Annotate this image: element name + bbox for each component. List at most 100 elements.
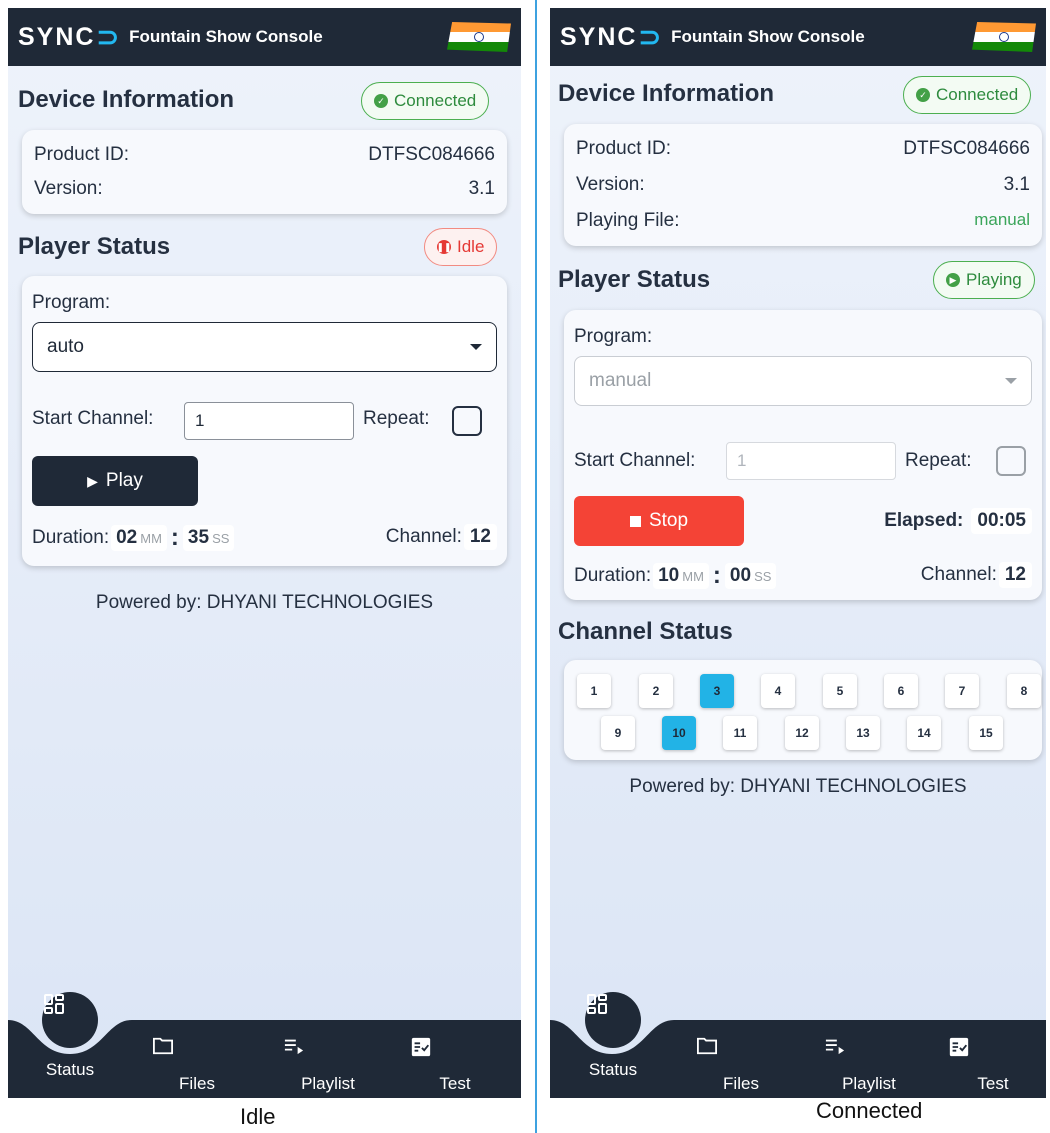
pause-circle-icon: ❚❚ xyxy=(436,240,452,254)
device-info-title: Device Information xyxy=(558,80,775,107)
channel-button-1[interactable]: 1 xyxy=(577,674,611,708)
channel-button-9[interactable]: 9 xyxy=(601,716,635,750)
nav-playlist[interactable]: Playlist xyxy=(283,1036,373,1094)
folder-icon xyxy=(697,1037,717,1055)
program-select[interactable]: manual xyxy=(574,356,1032,406)
repeat-checkbox[interactable] xyxy=(452,406,482,436)
sync-logo: SYNC ⊃ xyxy=(18,21,122,52)
phone-screen-idle: SYNC ⊃ Fountain Show Console Device Infor… xyxy=(8,8,521,1098)
nav-status[interactable]: Status xyxy=(568,1060,658,1080)
nav-test[interactable]: Test xyxy=(410,1036,500,1094)
duration-minutes: 10 MM xyxy=(653,563,709,589)
channel-grid: 1 2 3 4 5 6 7 8 9 10 11 12 13 14 15 xyxy=(564,660,1042,760)
dropdown-arrow-icon xyxy=(470,344,482,350)
channel-count: Channel: 12 xyxy=(386,524,497,550)
play-circle-icon: ▶ xyxy=(946,273,960,287)
caption-connected: Connected xyxy=(816,1098,923,1123)
duration-display: Duration: 02 MM : 35 SS xyxy=(32,524,235,552)
nav-test[interactable]: Test xyxy=(948,1036,1038,1094)
player-card: Program: auto Start Channel: 1 Repeat: ▶… xyxy=(22,276,507,566)
product-id-row: Product ID: DTFSC084666 xyxy=(576,138,1030,159)
stop-icon xyxy=(629,515,641,527)
channel-button-15[interactable]: 15 xyxy=(969,716,1003,750)
version-row: Version: 3.1 xyxy=(576,174,1030,195)
nav-status[interactable]: Status xyxy=(25,1060,115,1080)
version-row: Version: 3.1 xyxy=(34,178,495,199)
duration-minutes: 02 MM xyxy=(111,525,167,551)
channel-count: Channel: 12 xyxy=(921,562,1032,588)
caption-idle: Idle xyxy=(240,1104,276,1129)
device-info-card: Product ID: DTFSC084666 Version: 3.1 xyxy=(22,130,507,214)
channel-button-12[interactable]: 12 xyxy=(785,716,819,750)
playing-badge: ▶ Playing xyxy=(933,261,1035,299)
program-select[interactable]: auto xyxy=(32,322,497,372)
connected-badge: ✓ Connected xyxy=(903,76,1032,114)
player-status-title: Player Status xyxy=(18,233,171,260)
channel-button-8[interactable]: 8 xyxy=(1007,674,1041,708)
powered-by-text: Powered by: DHYANI TECHNOLOGIES xyxy=(95,592,434,613)
panel-divider xyxy=(535,0,537,1133)
check-circle-icon: ✓ xyxy=(916,88,930,102)
folder-icon xyxy=(153,1037,173,1055)
phone-screen-connected: SYNC ⊃ Fountain Show Console Device Infor… xyxy=(550,8,1046,1098)
india-flag-icon xyxy=(447,22,511,52)
play-icon: ▶ xyxy=(87,472,98,489)
playlist-play-icon xyxy=(284,1039,304,1055)
app-bar: SYNC ⊃ Fountain Show Console xyxy=(8,8,521,66)
repeat-label: Repeat: xyxy=(363,408,430,429)
playlist-play-icon xyxy=(825,1039,845,1055)
dashboard-icon xyxy=(587,994,607,1014)
channel-button-7[interactable]: 7 xyxy=(945,674,979,708)
start-channel-label: Start Channel: xyxy=(574,450,696,471)
bottom-nav: Status Files Playlist Test xyxy=(550,992,1046,1098)
duration-seconds: 35 SS xyxy=(182,525,235,551)
repeat-checkbox[interactable] xyxy=(996,446,1026,476)
channel-button-11[interactable]: 11 xyxy=(723,716,757,750)
duration-seconds: 00 SS xyxy=(724,563,777,589)
start-channel-input[interactable]: 1 xyxy=(726,442,896,480)
fact-check-icon xyxy=(949,1037,969,1057)
device-info-card: Product ID: DTFSC084666 Version: 3.1 Playi… xyxy=(564,124,1042,246)
nav-status-fab[interactable] xyxy=(42,992,98,1048)
channel-button-13[interactable]: 13 xyxy=(846,716,880,750)
app-title: Fountain Show Console xyxy=(671,27,865,46)
repeat-label: Repeat: xyxy=(905,450,972,471)
nav-playlist[interactable]: Playlist xyxy=(824,1036,914,1094)
duration-display: Duration: 10 MM : 00 SS xyxy=(574,562,777,590)
play-button[interactable]: ▶ Play xyxy=(32,456,198,506)
channel-button-14[interactable]: 14 xyxy=(907,716,941,750)
product-id-row: Product ID: DTFSC084666 xyxy=(34,144,495,165)
connected-badge: ✓ Connected xyxy=(361,82,490,120)
nav-status-fab[interactable] xyxy=(585,992,641,1048)
channel-status-title: Channel Status xyxy=(558,618,733,645)
channel-button-10[interactable]: 10 xyxy=(662,716,696,750)
dropdown-arrow-icon xyxy=(1005,378,1017,384)
device-info-title: Device Information xyxy=(18,86,235,113)
check-circle-icon: ✓ xyxy=(374,94,388,108)
powered-by-text: Powered by: DHYANI TECHNOLOGIES xyxy=(629,776,967,797)
player-card: Program: manual Start Channel: 1 Repeat:… xyxy=(564,310,1042,600)
channel-button-6[interactable]: 6 xyxy=(884,674,918,708)
playing-file-row: Playing File: manual xyxy=(576,210,1030,231)
start-channel-label: Start Channel: xyxy=(32,408,154,429)
program-label: Program: xyxy=(32,292,111,313)
channel-button-2[interactable]: 2 xyxy=(639,674,673,708)
channel-button-5[interactable]: 5 xyxy=(823,674,857,708)
channel-button-3[interactable]: 3 xyxy=(700,674,734,708)
nav-files[interactable]: Files xyxy=(696,1036,786,1094)
channel-status-card: 1 2 3 4 5 6 7 8 9 10 11 12 13 14 15 xyxy=(564,660,1042,760)
nav-files[interactable]: Files xyxy=(152,1036,242,1094)
channel-button-4[interactable]: 4 xyxy=(761,674,795,708)
elapsed-display: Elapsed: 00:05 xyxy=(884,508,1032,534)
program-label: Program: xyxy=(574,326,653,347)
player-status-title: Player Status xyxy=(558,266,711,293)
start-channel-input[interactable]: 1 xyxy=(184,402,354,440)
fact-check-icon xyxy=(411,1037,431,1057)
stop-button[interactable]: Stop xyxy=(574,496,744,546)
app-title: Fountain Show Console xyxy=(129,27,323,46)
bottom-nav: Status Files Playlist Test xyxy=(8,992,521,1098)
dashboard-icon xyxy=(44,994,64,1014)
app-bar: SYNC ⊃ Fountain Show Console xyxy=(550,8,1046,66)
idle-badge: ❚❚ Idle xyxy=(424,228,498,266)
sync-logo: SYNC ⊃ xyxy=(560,21,664,52)
